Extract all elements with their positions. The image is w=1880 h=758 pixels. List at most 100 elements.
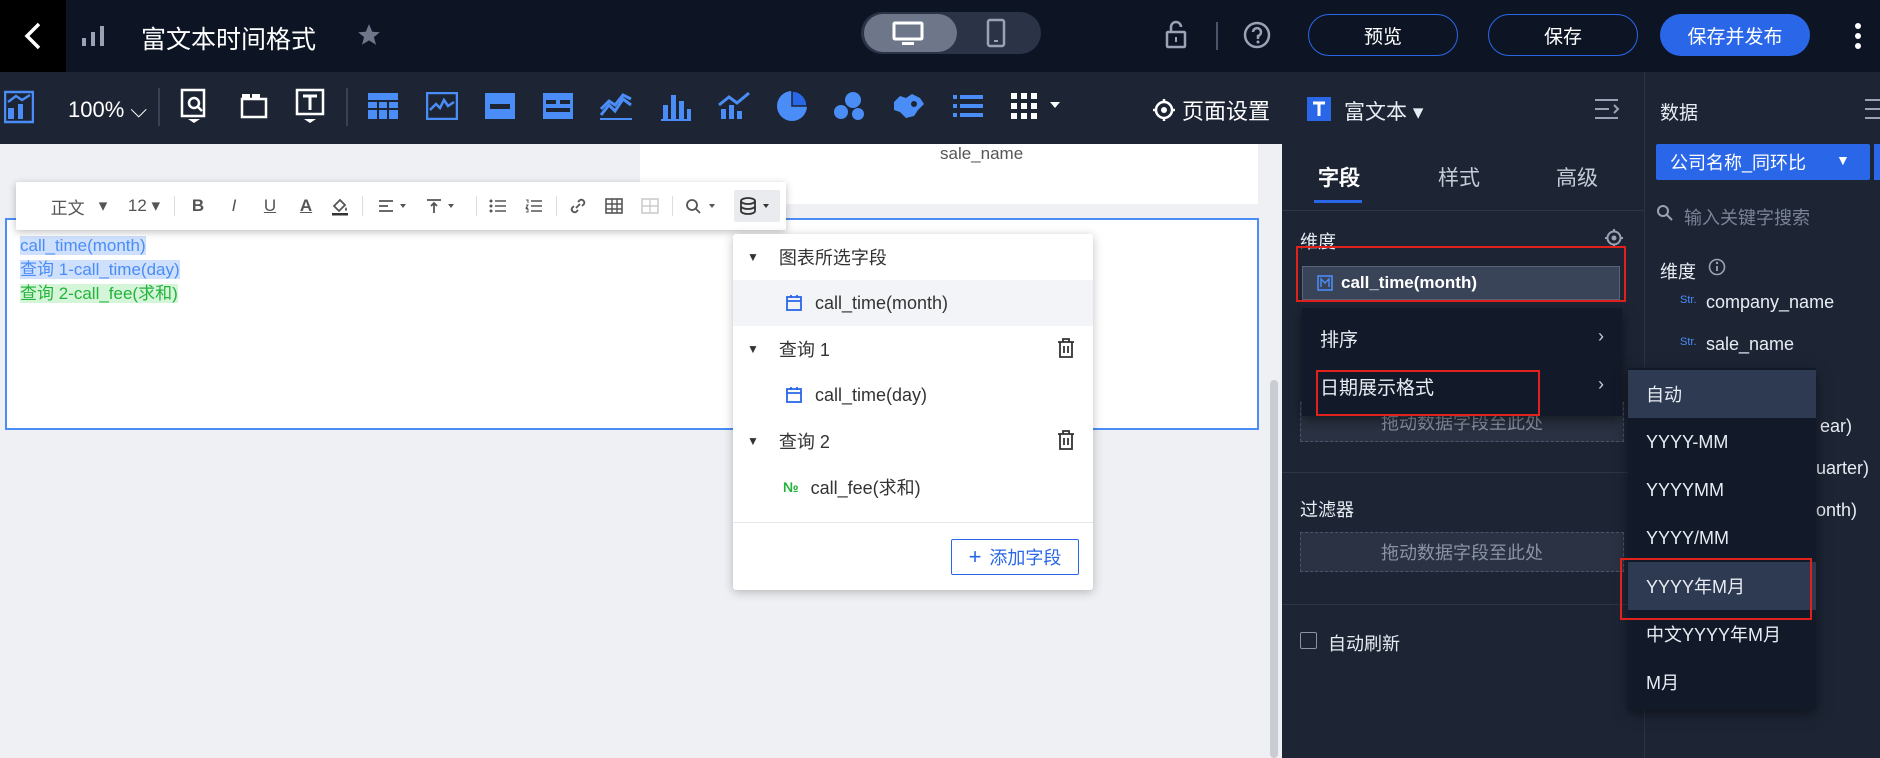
underline-icon[interactable]: U	[258, 196, 282, 216]
format-option[interactable]: 自动	[1628, 370, 1816, 418]
group-label: 图表所选字段	[778, 248, 887, 268]
data-field-item-partial[interactable]: uarter)	[1816, 458, 1869, 479]
search-input[interactable]: 输入关键字搜索	[1684, 204, 1810, 230]
data-field-item-partial[interactable]: ear)	[1820, 416, 1852, 437]
help-icon[interactable]	[1242, 20, 1272, 50]
query-filter-icon[interactable]	[174, 86, 214, 126]
dataset-edit-button[interactable]	[1874, 144, 1880, 180]
desktop-view-button[interactable]	[864, 14, 957, 52]
format-option[interactable]: YYYY/MM	[1628, 514, 1816, 562]
rich-text-line[interactable]: call_time(month)	[20, 236, 146, 255]
font-size-select[interactable]: 12 ▾	[124, 196, 164, 216]
group-query-2[interactable]: ▼ 查询 2	[733, 418, 1093, 464]
lock-icon[interactable]	[1164, 20, 1188, 50]
multi-card-chart-icon[interactable]	[538, 86, 578, 126]
trash-icon[interactable]	[1057, 430, 1075, 450]
collapse-panel-icon[interactable]	[1594, 98, 1620, 120]
group-query-1[interactable]: ▼ 查询 1	[733, 326, 1093, 372]
format-option[interactable]: YYYY年M月	[1628, 562, 1816, 610]
bullet-list-icon[interactable]	[486, 196, 510, 216]
text-component-icon[interactable]	[290, 86, 330, 126]
format-option[interactable]: YYYY-MM	[1628, 418, 1816, 466]
map-chart-icon[interactable]	[888, 86, 928, 126]
find-replace-icon[interactable]	[680, 196, 726, 216]
dimension-field-pill[interactable]: call_time(month)	[1302, 266, 1620, 300]
menu-item-date-format[interactable]: 日期展示格式 ›	[1302, 362, 1622, 410]
list-chart-icon[interactable]	[948, 86, 988, 126]
format-option[interactable]: 中文YYYY年M月	[1628, 610, 1816, 658]
more-charts-grid-icon[interactable]	[1006, 86, 1066, 126]
italic-icon[interactable]: I	[222, 196, 246, 216]
component-type-select[interactable]: 富文本 ▾	[1344, 96, 1423, 126]
format-option[interactable]: YYYYMM	[1628, 466, 1816, 514]
save-button[interactable]: 保存	[1488, 14, 1638, 56]
add-field-button[interactable]: + 添加字段	[951, 539, 1079, 575]
tab-component-icon[interactable]	[234, 86, 274, 126]
table-insert-icon[interactable]	[602, 196, 626, 216]
canvas-scrollbar[interactable]	[1270, 380, 1278, 758]
pie-chart-icon[interactable]	[772, 86, 812, 126]
save-publish-button[interactable]: 保存并发布	[1660, 14, 1810, 56]
more-vertical-icon[interactable]	[1854, 22, 1862, 50]
dashboard-layout-icon[interactable]	[4, 90, 34, 124]
date-format-submenu: 自动 YYYY-MM YYYYMM YYYY/MM YYYY年M月 中文YYYY…	[1628, 368, 1816, 710]
group-label: 查询 1	[778, 340, 830, 360]
gear-icon	[1153, 99, 1175, 121]
table-chart-icon[interactable]	[363, 86, 403, 126]
page-settings-button[interactable]: 页面设置	[1152, 94, 1270, 126]
line-chart-icon[interactable]	[596, 86, 636, 126]
info-icon[interactable]	[1708, 258, 1726, 276]
fill-color-icon[interactable]	[328, 196, 352, 216]
bubble-chart-icon[interactable]	[830, 86, 870, 126]
group-chart-fields[interactable]: ▼ 图表所选字段	[733, 234, 1093, 280]
data-field-item[interactable]: company_name	[1706, 292, 1834, 313]
chevron-right-icon: ›	[1598, 326, 1604, 346]
auto-refresh-checkbox[interactable]	[1300, 632, 1317, 649]
kpi-chart-icon[interactable]	[422, 86, 462, 126]
rich-text-line[interactable]: 查询 2-call_fee(求和)	[20, 284, 178, 303]
bold-icon[interactable]: B	[186, 196, 210, 216]
numbered-list-icon[interactable]	[522, 196, 546, 216]
data-field-item[interactable]: sale_name	[1706, 334, 1794, 355]
dataset-select[interactable]: 公司名称_同环比 ▼	[1656, 144, 1870, 180]
card-chart-icon[interactable]	[480, 86, 520, 126]
align-select-icon[interactable]	[374, 196, 414, 216]
tab-fields[interactable]: 字段	[1318, 162, 1360, 192]
menu-icon[interactable]	[1864, 98, 1880, 120]
trash-icon[interactable]	[1057, 338, 1075, 358]
data-dimension-label: 维度	[1660, 262, 1696, 282]
vertical-align-select-icon[interactable]	[422, 196, 462, 216]
insert-data-field-icon[interactable]	[734, 190, 780, 222]
tab-style[interactable]: 样式	[1438, 162, 1480, 192]
preview-button[interactable]: 预览	[1308, 14, 1458, 56]
combo-chart-icon[interactable]	[714, 86, 754, 126]
divider	[1216, 22, 1218, 50]
field-item[interactable]: call_time(day)	[733, 372, 1093, 418]
format-option[interactable]: M月	[1628, 658, 1816, 706]
menu-item-sort[interactable]: 排序 ›	[1302, 314, 1622, 362]
data-field-item-partial[interactable]: onth)	[1816, 500, 1857, 521]
paragraph-style-select[interactable]: 正文 ▾	[44, 196, 114, 218]
bar-chart-icon[interactable]	[656, 86, 696, 126]
rich-text-line[interactable]: 查询 1-call_time(day)	[20, 260, 180, 279]
favorite-star-icon[interactable]	[356, 22, 382, 48]
mobile-view-icon[interactable]	[986, 18, 1006, 48]
back-button[interactable]	[0, 0, 66, 72]
settings-gear-icon[interactable]	[1604, 228, 1624, 248]
field-item[interactable]: № call_fee(求和)	[733, 464, 1093, 510]
rich-text-toolbar: 正文 ▾ 12 ▾ B I U A	[16, 182, 786, 230]
filter-drop-zone[interactable]: 拖动数据字段至此处	[1300, 532, 1624, 572]
auto-refresh-label: 自动刷新	[1328, 634, 1400, 654]
link-icon[interactable]	[566, 196, 590, 216]
format-option-label: YYYY年M月	[1646, 577, 1746, 597]
zoom-select[interactable]: 100% ⌵	[68, 97, 147, 123]
field-item[interactable]: call_time(month)	[733, 280, 1093, 326]
font-color-icon[interactable]: A	[294, 196, 318, 216]
merge-cells-icon	[638, 196, 662, 216]
format-option-label: 中文YYYY年M月	[1646, 625, 1782, 645]
tab-advanced[interactable]: 高级	[1556, 162, 1598, 192]
dimension-field-label: call_time(month)	[1341, 273, 1478, 292]
table-header-cell: sale_name	[940, 144, 1024, 163]
dimension-context-menu: 排序 › 日期展示格式 ›	[1302, 308, 1622, 416]
month-field-icon	[1317, 275, 1333, 291]
